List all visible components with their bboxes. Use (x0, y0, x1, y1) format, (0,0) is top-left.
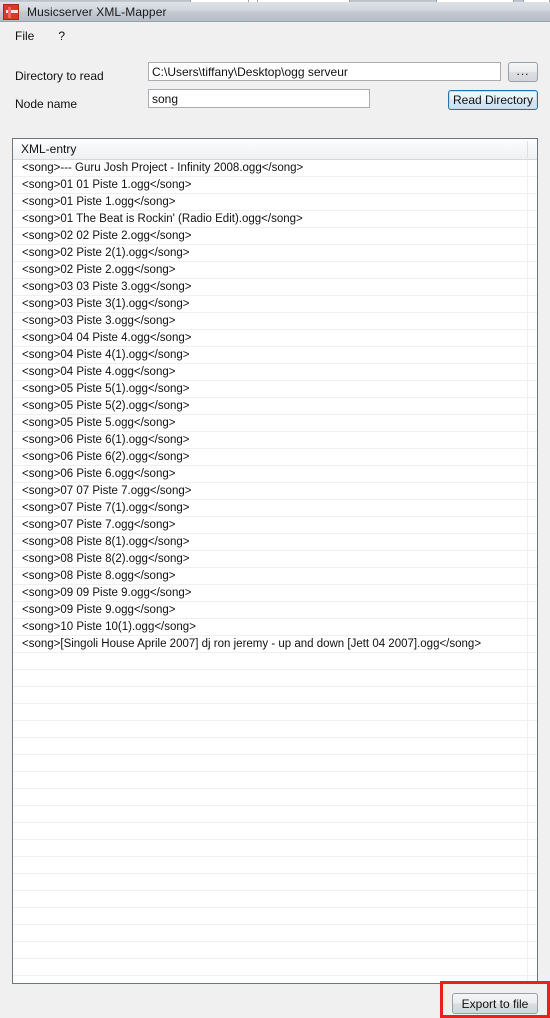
list-item-empty (13, 874, 537, 891)
list-item[interactable]: <song>02 Piste 2.ogg</song> (13, 262, 537, 279)
menu-bar: File ? (0, 23, 550, 48)
list-item-empty (13, 772, 537, 789)
list-item[interactable]: <song>04 Piste 4.ogg</song> (13, 364, 537, 381)
list-item-empty (13, 959, 537, 976)
list-item-empty (13, 976, 537, 983)
list-item-empty (13, 942, 537, 959)
directory-label: Directory to read (15, 69, 104, 83)
menu-item-file[interactable]: File (12, 27, 37, 45)
list-item-empty (13, 704, 537, 721)
list-item[interactable]: <song>05 Piste 5(2).ogg</song> (13, 398, 537, 415)
list-item[interactable]: <song>01 Piste 1.ogg</song> (13, 194, 537, 211)
xml-entry-list: XML-entry <song>--- Guru Josh Project - … (12, 138, 538, 984)
list-item[interactable]: <song>08 Piste 8(2).ogg</song> (13, 551, 537, 568)
list-body: <song>--- Guru Josh Project - Infinity 2… (13, 160, 537, 983)
list-header-row[interactable]: XML-entry (13, 139, 537, 160)
list-item-empty (13, 908, 537, 925)
list-item-empty (13, 687, 537, 704)
list-item[interactable]: <song>05 Piste 5(1).ogg</song> (13, 381, 537, 398)
list-item-empty (13, 653, 537, 670)
list-item-empty (13, 840, 537, 857)
column-header-xml-entry: XML-entry (21, 142, 77, 156)
list-item-empty (13, 738, 537, 755)
list-item-empty (13, 789, 537, 806)
column-resize-handle[interactable] (527, 141, 528, 158)
list-item-empty (13, 806, 537, 823)
node-name-label: Node name (15, 97, 78, 111)
list-item[interactable]: <song>10 Piste 10(1).ogg</song> (13, 619, 537, 636)
list-item[interactable]: <song>06 Piste 6(1).ogg</song> (13, 432, 537, 449)
directory-input[interactable] (148, 62, 501, 81)
list-item[interactable]: <song>02 Piste 2(1).ogg</song> (13, 245, 537, 262)
list-item[interactable]: <song>07 Piste 7(1).ogg</song> (13, 500, 537, 517)
list-item[interactable]: <song>04 Piste 4(1).ogg</song> (13, 347, 537, 364)
list-item-empty (13, 755, 537, 772)
list-item[interactable]: <song>04 04 Piste 4.ogg</song> (13, 330, 537, 347)
list-item[interactable]: <song>03 03 Piste 3.ogg</song> (13, 279, 537, 296)
list-item[interactable]: <song>07 07 Piste 7.ogg</song> (13, 483, 537, 500)
application-window: Musicserver XML-Mapper File ? Directory … (0, 0, 550, 1018)
list-item[interactable]: <song>09 09 Piste 9.ogg</song> (13, 585, 537, 602)
list-item[interactable]: <song>06 Piste 6.ogg</song> (13, 466, 537, 483)
menu-item-help[interactable]: ? (55, 27, 68, 45)
list-item[interactable]: <song>08 Piste 8.ogg</song> (13, 568, 537, 585)
list-item[interactable]: <song>02 02 Piste 2.ogg</song> (13, 228, 537, 245)
list-item[interactable]: <song>03 Piste 3.ogg</song> (13, 313, 537, 330)
node-name-input[interactable] (148, 89, 370, 108)
list-item[interactable]: <song>--- Guru Josh Project - Infinity 2… (13, 160, 537, 177)
list-item-empty (13, 925, 537, 942)
list-item[interactable]: <song>05 Piste 5.ogg</song> (13, 415, 537, 432)
list-item[interactable]: <song>08 Piste 8(1).ogg</song> (13, 534, 537, 551)
list-item[interactable]: <song>03 Piste 3(1).ogg</song> (13, 296, 537, 313)
app-icon (3, 3, 19, 20)
list-item-empty (13, 857, 537, 874)
list-item[interactable]: <song>01 The Beat is Rockin' (Radio Edit… (13, 211, 537, 228)
list-item-empty (13, 721, 537, 738)
list-item[interactable]: <song>09 Piste 9.ogg</song> (13, 602, 537, 619)
window-title: Musicserver XML-Mapper (27, 4, 167, 19)
read-directory-button[interactable]: Read Directory (448, 90, 538, 110)
title-bar: Musicserver XML-Mapper (0, 2, 550, 22)
export-to-file-button[interactable]: Export to file (452, 993, 538, 1014)
list-item[interactable]: <song>07 Piste 7.ogg</song> (13, 517, 537, 534)
list-item[interactable]: <song>06 Piste 6(2).ogg</song> (13, 449, 537, 466)
list-item-empty (13, 823, 537, 840)
list-item-empty (13, 891, 537, 908)
list-item-empty (13, 670, 537, 687)
list-item[interactable]: <song>01 01 Piste 1.ogg</song> (13, 177, 537, 194)
list-item[interactable]: <song>[Singoli House Aprile 2007] dj ron… (13, 636, 537, 653)
browse-button[interactable]: ... (508, 62, 538, 82)
